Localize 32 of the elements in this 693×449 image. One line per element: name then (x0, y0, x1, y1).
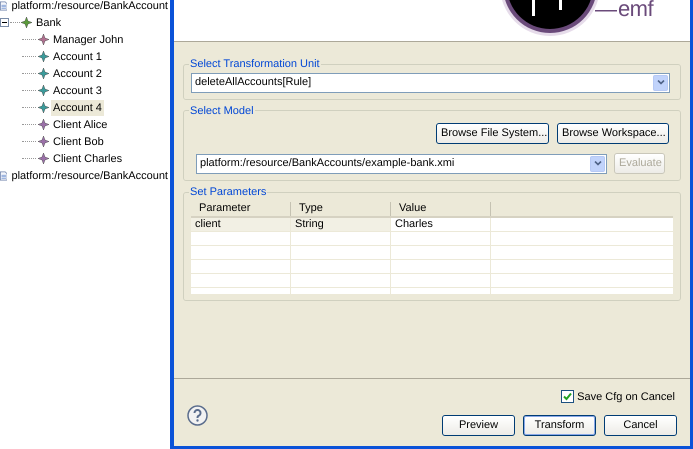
combo-box[interactable]: platform:/resource/BankAccounts/example-bank.xmi (196, 154, 607, 174)
logo-text: emf (618, 0, 654, 20)
table-cell: String (291, 218, 391, 230)
checkbox-label: Save Cfg on Cancel (577, 390, 675, 404)
button[interactable]: Browse Workspace... (557, 123, 669, 144)
table-cell: Charles (391, 218, 491, 230)
tree-item[interactable]: Account 1 (51, 48, 104, 64)
tree-item[interactable]: platform:/resource/BankAccount (9, 168, 170, 184)
group-label: Select Model (189, 104, 255, 118)
tree-item[interactable]: platform:/resource/BankAccount (9, 0, 170, 14)
button[interactable]: Browse File System... (436, 123, 549, 144)
tree-item[interactable]: Client Alice (51, 116, 110, 132)
group-label: Select Transformation Unit (189, 57, 321, 72)
tree-item[interactable]: Account 2 (51, 66, 104, 82)
button[interactable]: Cancel (604, 415, 677, 436)
table-cell: client (191, 218, 291, 230)
tree-item[interactable]: Client Charles (51, 150, 124, 166)
tree-item[interactable]: Account 4 (51, 100, 104, 116)
column-header[interactable]: Value (391, 202, 491, 216)
column-header[interactable]: Parameter (191, 202, 291, 216)
group-label: Set Parameters (189, 185, 268, 200)
button[interactable]: Transform (523, 415, 596, 436)
column-header[interactable]: Type (291, 202, 391, 216)
tree-item[interactable]: Account 3 (51, 82, 104, 98)
tree-item[interactable]: Manager John (51, 32, 126, 48)
tree-item[interactable]: Client Bob (51, 134, 106, 150)
combo-box[interactable]: deleteAllAccounts[Rule] (191, 72, 670, 92)
help-icon[interactable] (187, 405, 208, 426)
tree-item[interactable]: Bank (34, 14, 64, 30)
button[interactable]: Preview (442, 415, 515, 436)
checkbox[interactable] (561, 390, 574, 404)
collapse-icon[interactable] (0, 18, 9, 27)
